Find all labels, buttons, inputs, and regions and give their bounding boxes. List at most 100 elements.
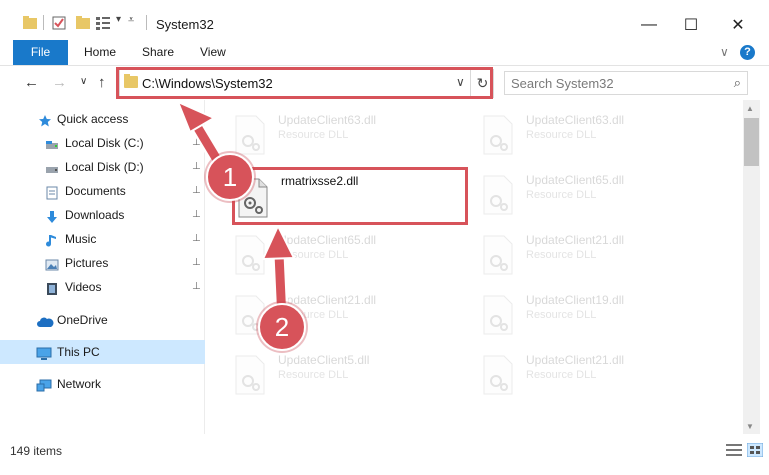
- file-name: rmatrixsse2.dll: [281, 174, 359, 188]
- sidebar-item-network[interactable]: Network: [0, 372, 205, 396]
- minimize-button[interactable]: —: [626, 10, 672, 40]
- folder-icon[interactable]: [23, 16, 37, 29]
- sidebar-item-label: Local Disk (D:): [65, 160, 144, 174]
- chevron-down-icon[interactable]: ▾: [116, 14, 121, 25]
- dll-file-icon: [482, 235, 514, 275]
- tab-home[interactable]: Home: [70, 40, 130, 65]
- sidebar-item-label: Music: [65, 232, 97, 246]
- scroll-thumb[interactable]: [744, 118, 759, 166]
- help-icon[interactable]: ?: [740, 45, 755, 60]
- file-item[interactable]: UpdateClient21.dll Resource DLL: [482, 230, 722, 286]
- file-name: UpdateClient21.dll: [526, 353, 625, 367]
- sidebar-item-label: OneDrive: [57, 313, 108, 327]
- window-title: System32: [156, 17, 214, 32]
- maximize-button[interactable]: ☐: [668, 10, 714, 40]
- file-type: Resource DLL: [526, 369, 597, 381]
- forward-button[interactable]: →: [52, 74, 67, 91]
- title-bar: ▾ ⩡ System32 — ☐ ✕: [0, 0, 769, 40]
- pin-icon[interactable]: ⊥: [192, 131, 201, 155]
- sidebar-item-downloads[interactable]: Downloads ⊥: [0, 203, 205, 227]
- pin-icon[interactable]: ⊥: [192, 203, 201, 227]
- file-name: UpdateClient65.dll: [526, 173, 625, 187]
- file-type: Resource DLL: [526, 189, 597, 201]
- sidebar-item-this-pc[interactable]: This PC: [0, 340, 205, 364]
- sidebar-item-label: Downloads: [65, 208, 125, 222]
- pin-icon[interactable]: ⊥: [192, 227, 201, 251]
- divider: [43, 15, 44, 30]
- pin-icon[interactable]: ⊥: [192, 155, 201, 179]
- file-item[interactable]: UpdateClient63.dll Resource DLL: [482, 110, 722, 166]
- file-list: UpdateClient63.dll Resource DLL UpdateCl…: [206, 100, 743, 434]
- cloud-icon: [36, 313, 54, 327]
- sidebar-item-onedrive[interactable]: OneDrive: [0, 308, 205, 332]
- recent-locations-button[interactable]: ∨: [80, 76, 87, 87]
- download-icon: [45, 208, 59, 223]
- search-input[interactable]: [511, 75, 721, 92]
- sidebar-item-label: Videos: [65, 280, 102, 294]
- sidebar-item-label: Documents: [65, 184, 126, 198]
- sidebar-item-documents[interactable]: Documents ⊥: [0, 179, 205, 203]
- up-button[interactable]: ↑: [98, 74, 106, 91]
- address-highlight: [116, 67, 493, 99]
- sidebar-item-local-disk-c[interactable]: Local Disk (C:) ⊥: [0, 131, 205, 155]
- music-icon: [45, 232, 59, 247]
- file-item[interactable]: UpdateClient65.dll Resource DLL: [234, 230, 474, 286]
- file-type: Resource DLL: [278, 369, 349, 381]
- file-type: Resource DLL: [526, 129, 597, 141]
- address-row: ← → ∨ ↑ C:\Windows\System32 ∨ ↻ ⌕: [0, 66, 769, 100]
- vertical-scrollbar[interactable]: ▲ ▼: [743, 100, 760, 434]
- scroll-up-icon[interactable]: ▲: [746, 104, 754, 113]
- new-folder-icon[interactable]: [76, 16, 90, 33]
- dll-file-icon: [482, 115, 514, 155]
- tab-view[interactable]: View: [186, 40, 240, 65]
- customize-toolbar-icon[interactable]: ⩡: [128, 14, 134, 27]
- star-icon: [38, 112, 52, 127]
- sidebar-item-label: This PC: [57, 345, 100, 359]
- divider: [146, 15, 147, 30]
- search-box[interactable]: ⌕: [504, 71, 748, 95]
- tab-file[interactable]: File: [13, 40, 68, 65]
- pin-icon[interactable]: ⊥: [192, 275, 201, 299]
- sidebar-item-label: Quick access: [57, 112, 129, 126]
- view-options-icon[interactable]: [96, 16, 114, 33]
- sidebar-item-label: Network: [57, 377, 102, 391]
- pin-icon[interactable]: ⊥: [192, 179, 201, 203]
- file-item[interactable]: UpdateClient63.dll Resource DLL: [234, 110, 474, 166]
- file-type: Resource DLL: [278, 249, 349, 261]
- sidebar-item-pictures[interactable]: Pictures ⊥: [0, 251, 205, 275]
- expand-ribbon-icon[interactable]: ∨: [720, 45, 729, 59]
- file-item[interactable]: UpdateClient21.dll Resource DLL: [482, 350, 722, 406]
- sidebar-item-videos[interactable]: Videos ⊥: [0, 275, 205, 299]
- file-name: UpdateClient19.dll: [526, 293, 625, 307]
- back-button[interactable]: ←: [24, 74, 39, 91]
- sidebar-item-music[interactable]: Music ⊥: [0, 227, 205, 251]
- details-view-icon[interactable]: [726, 443, 742, 457]
- tiles-view-icon[interactable]: [746, 442, 764, 458]
- drive-icon: [45, 160, 59, 174]
- pin-icon[interactable]: ⊥: [192, 251, 201, 275]
- file-name: UpdateClient63.dll: [278, 113, 377, 127]
- search-icon[interactable]: ⌕: [734, 75, 741, 91]
- file-item[interactable]: UpdateClient5.dll Resource DLL: [234, 350, 474, 406]
- dll-file-icon: [234, 355, 266, 395]
- documents-icon: [45, 184, 59, 200]
- file-item[interactable]: UpdateClient19.dll Resource DLL: [482, 290, 722, 346]
- sidebar-item-label: Pictures: [65, 256, 109, 270]
- selected-file-item[interactable]: rmatrixsse2.dll: [232, 167, 468, 225]
- file-name: UpdateClient5.dll: [278, 353, 370, 367]
- pictures-icon: [45, 256, 59, 271]
- properties-icon[interactable]: [52, 16, 66, 33]
- file-name: UpdateClient63.dll: [526, 113, 625, 127]
- dll-file-icon: [482, 175, 514, 215]
- ribbon-tabs: File Home Share View ∨ ?: [0, 40, 769, 66]
- maximize-icon: ☐: [683, 17, 699, 34]
- close-button[interactable]: ✕: [715, 10, 761, 40]
- sidebar-item-label: Local Disk (C:): [65, 136, 144, 150]
- close-icon: ✕: [731, 17, 745, 34]
- file-item[interactable]: UpdateClient65.dll Resource DLL: [482, 170, 722, 226]
- sidebar-item-local-disk-d[interactable]: Local Disk (D:) ⊥: [0, 155, 205, 179]
- scroll-down-icon[interactable]: ▼: [746, 422, 754, 431]
- dll-file-icon: [234, 115, 266, 155]
- tab-share[interactable]: Share: [128, 40, 188, 65]
- sidebar-item-quick-access[interactable]: Quick access: [0, 107, 205, 131]
